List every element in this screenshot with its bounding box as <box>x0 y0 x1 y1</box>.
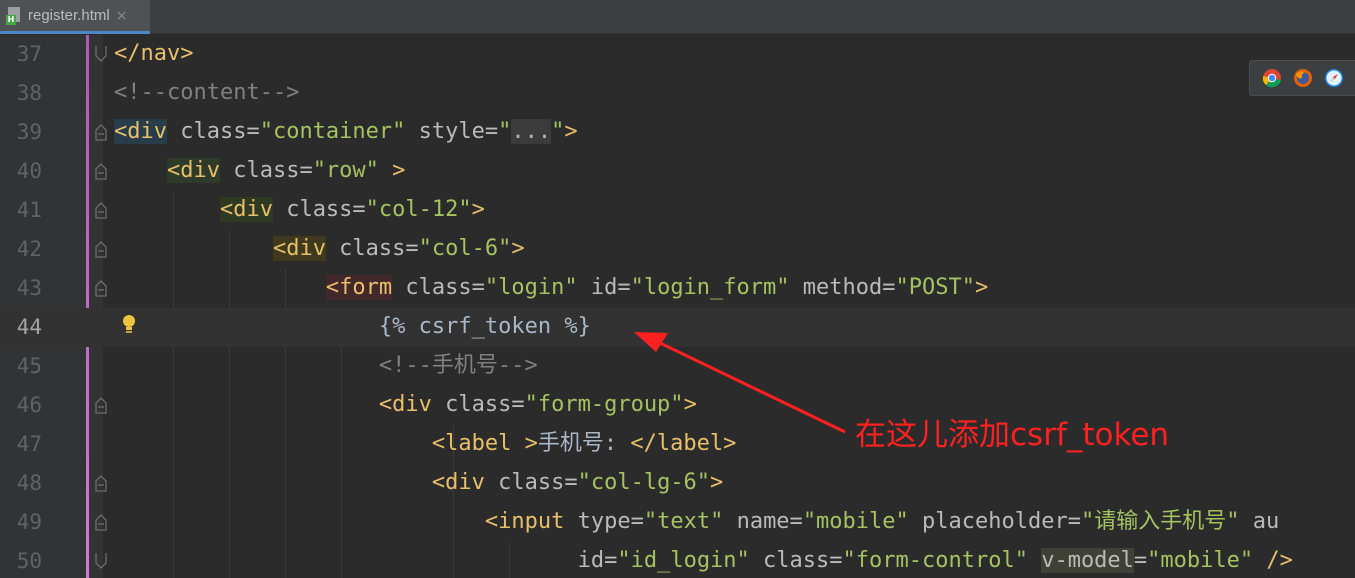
code-line-45: 45 <!--手机号--> <box>0 347 1355 386</box>
line-number: 44 <box>16 315 42 339</box>
fold-end-icon[interactable] <box>94 552 108 570</box>
line-number: 37 <box>16 42 42 66</box>
fold-end-icon[interactable] <box>94 45 108 63</box>
line-number: 41 <box>16 198 42 222</box>
code-line-41: 41 <div class="col-12"> <box>0 191 1355 230</box>
line-number: 49 <box>16 510 42 534</box>
fold-start-icon[interactable] <box>94 396 108 414</box>
code-line-38: 38 <!--content--> <box>0 74 1355 113</box>
browser-preview-toolbar <box>1249 60 1355 96</box>
code-line-43: 43 <form class="login" id="login_form" m… <box>0 269 1355 308</box>
code-line-37: 37 </nav> <box>0 35 1355 74</box>
fold-start-icon[interactable] <box>94 513 108 531</box>
html-file-icon: H <box>6 6 22 25</box>
line-number: 47 <box>16 432 42 456</box>
editor-tab-bar: H register.html × <box>0 0 1355 34</box>
firefox-icon[interactable] <box>1293 68 1313 88</box>
code-line-40: 40 <div class="row" > <box>0 152 1355 191</box>
line-number: 50 <box>16 549 42 573</box>
tab-register-html[interactable]: H register.html × <box>0 0 150 34</box>
safari-icon[interactable] <box>1324 68 1344 88</box>
tab-label: register.html <box>28 7 110 24</box>
fold-start-icon[interactable] <box>94 201 108 219</box>
code-line-44: 44 {% csrf_token %} <box>0 308 1355 347</box>
line-number: 39 <box>16 120 42 144</box>
code-line-48: 48 <div class="col-lg-6"> <box>0 464 1355 503</box>
line-number: 40 <box>16 159 42 183</box>
close-tab-icon[interactable]: × <box>116 8 128 24</box>
line-number: 38 <box>16 81 42 105</box>
line-number: 42 <box>16 237 42 261</box>
code-line-49: 49 <input type="text" name="mobile" plac… <box>0 503 1355 542</box>
fold-start-icon[interactable] <box>94 474 108 492</box>
code-editor[interactable]: 37 </nav> 38 <!--content--> 39 <div clas… <box>0 35 1355 578</box>
fold-start-icon[interactable] <box>94 162 108 180</box>
line-number: 48 <box>16 471 42 495</box>
line-number: 43 <box>16 276 42 300</box>
folded-region[interactable]: ... <box>511 119 552 144</box>
line-number: 45 <box>16 354 42 378</box>
code-line-50: 50 id="id_login" class="form-control" v-… <box>0 542 1355 578</box>
annotation-text: 在这儿添加csrf_token <box>855 417 1170 453</box>
fold-start-icon[interactable] <box>94 240 108 258</box>
code-line-39: 39 <div class="container" style="..."> <box>0 113 1355 152</box>
chrome-icon[interactable] <box>1262 68 1282 88</box>
code-line-42: 42 <div class="col-6"> <box>0 230 1355 269</box>
fold-start-icon[interactable] <box>94 279 108 297</box>
fold-start-icon[interactable] <box>94 123 108 141</box>
line-number: 46 <box>16 393 42 417</box>
